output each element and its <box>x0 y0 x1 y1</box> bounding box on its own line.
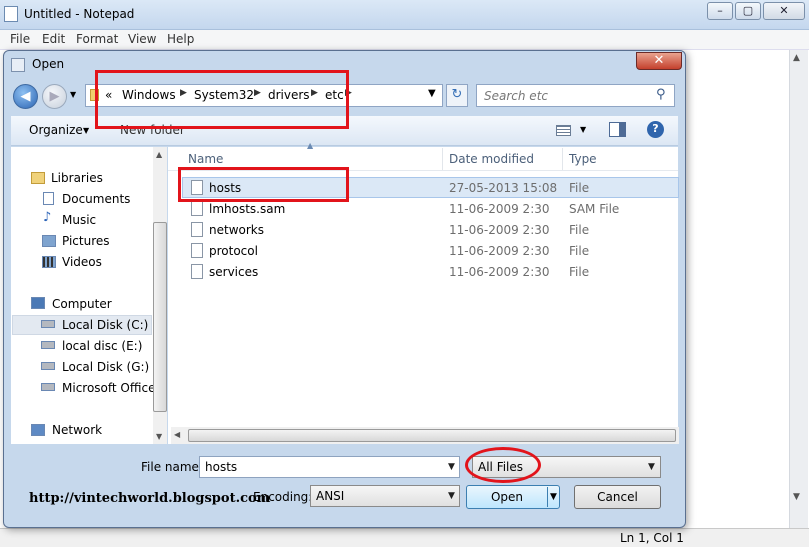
open-button[interactable]: Open ▼ <box>466 485 560 509</box>
file-date: 11-06-2009 2:30 <box>449 202 550 216</box>
nav-music[interactable]: Music <box>62 213 96 227</box>
search-icon: ⚲ <box>656 87 666 102</box>
nav-pictures[interactable]: Pictures <box>62 234 110 248</box>
maximize-button[interactable]: ▢ <box>735 2 761 20</box>
file-date: 11-06-2009 2:30 <box>449 223 550 237</box>
file-name-input[interactable]: hosts <box>199 456 460 478</box>
scroll-up-icon[interactable]: ▲ <box>793 53 800 63</box>
column-name[interactable]: Name <box>188 152 223 166</box>
back-button[interactable]: ◀ <box>13 84 38 109</box>
status-bar <box>0 528 809 547</box>
chevron-down-icon[interactable]: ▼ <box>550 486 557 508</box>
music-icon: ♪ <box>43 210 52 225</box>
file-icon <box>191 201 203 216</box>
encoding-select[interactable]: ANSI <box>310 485 460 507</box>
file-icon <box>191 264 203 279</box>
forward-button[interactable]: ▶ <box>42 84 67 109</box>
chevron-down-icon[interactable]: ▼ <box>648 462 655 472</box>
highlight-box-hosts <box>178 167 349 202</box>
split-divider <box>547 487 548 507</box>
nav-scroll-thumb[interactable] <box>153 222 167 412</box>
file-type: File <box>569 223 590 237</box>
nav-documents[interactable]: Documents <box>62 192 130 206</box>
file-date: 11-06-2009 2:30 <box>449 244 550 258</box>
nav-drive-g[interactable]: Local Disk (G:) <box>62 360 149 374</box>
search-input[interactable]: Search etc <box>476 84 675 107</box>
close-button[interactable]: ✕ <box>763 2 805 20</box>
column-type[interactable]: Type <box>569 152 597 166</box>
file-type: SAM File <box>569 202 620 216</box>
file-name[interactable]: networks <box>209 223 264 237</box>
menu-help[interactable]: Help <box>167 32 194 46</box>
highlight-box-address <box>95 70 349 129</box>
views-icon[interactable] <box>556 125 571 136</box>
notepad-scrollbar[interactable] <box>789 50 808 530</box>
column-date-modified[interactable]: Date modified <box>449 152 534 166</box>
chevron-down-icon[interactable]: ▼ <box>580 125 586 134</box>
documents-icon <box>43 192 54 205</box>
scroll-down-icon[interactable]: ▼ <box>793 492 800 502</box>
computer-icon <box>31 297 45 309</box>
scroll-up-icon[interactable]: ▲ <box>156 150 162 159</box>
cancel-button[interactable]: Cancel <box>574 485 661 509</box>
column-divider[interactable] <box>442 148 443 170</box>
file-name[interactable]: services <box>209 265 258 279</box>
network-icon <box>31 424 45 436</box>
notepad-icon <box>4 6 18 22</box>
dialog-title: Open <box>32 57 65 71</box>
nav-drive-c[interactable]: Local Disk (C:) <box>62 318 148 332</box>
menu-file[interactable]: File <box>10 32 30 46</box>
minimize-button[interactable]: – <box>707 2 733 20</box>
file-date: 11-06-2009 2:30 <box>449 265 550 279</box>
scroll-left-icon[interactable]: ◀ <box>174 430 180 439</box>
preview-pane-icon[interactable] <box>609 122 626 137</box>
notepad-title: Untitled - Notepad <box>24 7 135 21</box>
scroll-down-icon[interactable]: ▼ <box>156 432 162 441</box>
encoding-label: Encoding: <box>253 490 313 504</box>
chevron-down-icon[interactable]: ▼ <box>83 126 89 135</box>
recent-pages-dropdown-icon[interactable]: ▼ <box>70 90 76 99</box>
help-icon[interactable]: ? <box>647 121 664 138</box>
menu-view[interactable]: View <box>128 32 156 46</box>
drive-icon <box>41 383 55 391</box>
nav-drive-office[interactable]: Microsoft Office <box>62 381 155 395</box>
column-divider[interactable] <box>562 148 563 170</box>
dialog-close-button[interactable]: ✕ <box>636 52 682 70</box>
menu-edit[interactable]: Edit <box>42 32 65 46</box>
file-type: File <box>569 181 590 195</box>
address-dropdown-icon[interactable]: ▼ <box>428 88 436 99</box>
open-button-label: Open <box>490 490 524 504</box>
file-type: File <box>569 265 590 279</box>
nav-libraries[interactable]: Libraries <box>51 171 103 185</box>
watermark-url: http://vintechworld.blogspot.com <box>29 491 271 506</box>
horizontal-scroll-thumb[interactable] <box>188 429 676 442</box>
videos-icon <box>42 256 56 268</box>
status-position: Ln 1, Col 1 <box>620 531 684 545</box>
nav-drive-e[interactable]: local disc (E:) <box>62 339 142 353</box>
sort-ascending-icon: ▲ <box>307 141 314 150</box>
nav-videos[interactable]: Videos <box>62 255 102 269</box>
drive-icon <box>41 341 55 349</box>
chevron-down-icon[interactable]: ▼ <box>448 462 455 472</box>
file-name[interactable]: protocol <box>209 244 258 258</box>
file-type: File <box>569 244 590 258</box>
nav-network[interactable]: Network <box>52 423 102 437</box>
libraries-icon <box>31 172 45 184</box>
organize-menu[interactable]: Organize <box>29 123 83 137</box>
file-name[interactable]: lmhosts.sam <box>209 202 285 216</box>
chevron-down-icon[interactable]: ▼ <box>448 491 455 501</box>
menu-format[interactable]: Format <box>76 32 118 46</box>
file-name-label: File name: <box>141 460 203 474</box>
drive-icon <box>41 362 55 370</box>
file-icon <box>191 222 203 237</box>
pictures-icon <box>42 235 56 247</box>
nav-computer[interactable]: Computer <box>52 297 112 311</box>
notepad-menubar <box>0 30 809 50</box>
refresh-button[interactable]: ↻ <box>446 84 468 107</box>
dialog-icon <box>11 58 25 72</box>
file-date: 27-05-2013 15:08 <box>449 181 558 195</box>
drive-icon <box>41 320 55 328</box>
highlight-ellipse-filter <box>465 447 541 483</box>
file-icon <box>191 243 203 258</box>
